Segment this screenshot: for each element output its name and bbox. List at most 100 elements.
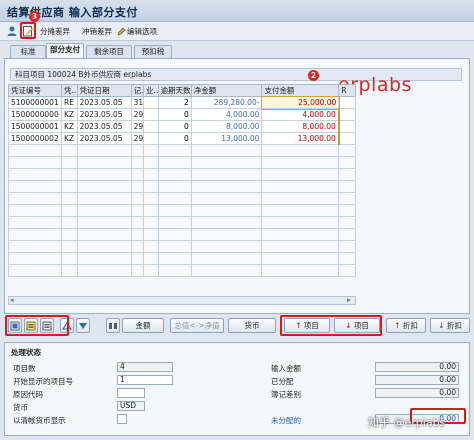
cell-net-amount: 4,000.00 <box>190 108 263 121</box>
window-title: 结算供应商 输入部分支付 <box>7 6 138 19</box>
table-row[interactable]: 1500000000 KZ 2023.05.05 29 0 4,000.00 4… <box>8 108 356 121</box>
payment-amount-input[interactable]: 13,000.00 <box>261 132 340 145</box>
first-item-label: 开始显示的项目号 <box>13 377 73 386</box>
tab-withholding-tax[interactable]: 预扣税 <box>134 45 172 58</box>
empty-row <box>8 192 356 205</box>
first-item-input[interactable]: 1 <box>117 375 173 385</box>
empty-row <box>8 252 356 265</box>
cell-business-area <box>143 108 159 121</box>
callout-badge-3: 3 <box>29 11 40 22</box>
cell-doc-number: 1500000002 <box>8 132 62 145</box>
cell-overdue-days: 0 <box>157 120 192 133</box>
table-row[interactable]: 1500000002 KZ 2023.05.05 29 0 13,000.00 … <box>8 132 356 145</box>
cell-overdue-days: 0 <box>157 132 192 145</box>
cell-business-area <box>143 120 159 133</box>
col-header[interactable]: 凭证编号 <box>8 84 62 97</box>
cell-net-amount: 13,000.00 <box>190 132 263 145</box>
action-button-row: 金额 总值<->净值 货币 ↑ 项目 ↓ 项目 ↑ 折扣 ↓ 折扣 <box>0 316 474 336</box>
cell-r[interactable] <box>338 120 356 133</box>
col-header[interactable]: 凭证日期 <box>76 84 132 97</box>
distribute-difference-button[interactable]: 分摊差异 <box>40 25 70 38</box>
col-header[interactable]: R <box>338 84 356 97</box>
posting-difference-value: 0.00 <box>375 388 459 398</box>
item-count-value: 4 <box>117 362 173 372</box>
callout-box-toolbar <box>20 22 36 39</box>
cell-posting-key: 29 <box>130 108 145 121</box>
col-header[interactable]: 凭... <box>60 84 78 97</box>
gross-net-button-label: 总值<->净值 <box>174 321 220 330</box>
empty-row <box>8 144 356 157</box>
payment-amount-input[interactable]: 8,000.00 <box>261 120 340 133</box>
cell-doc-type: KZ <box>60 120 78 133</box>
cell-net-amount: 8,000.00 <box>190 120 263 133</box>
cell-overdue-days: 2 <box>157 96 192 109</box>
empty-row <box>8 180 356 193</box>
arrow-down-icon: ↓ <box>438 321 447 330</box>
clearing-currency-label: 以清帐货币显示 <box>13 416 66 425</box>
amount-button-label: 金额 <box>135 321 151 330</box>
cell-doc-type: RE <box>60 96 78 109</box>
title-bar: 结算供应商 输入部分支付 <box>0 0 474 22</box>
amount-button[interactable]: 金额 <box>122 318 164 333</box>
col-header[interactable]: 业... <box>143 84 159 97</box>
credit-watermark: 知乎 @erplabs <box>368 416 446 429</box>
post-difference-button[interactable]: 冲销差异 <box>82 25 112 38</box>
cell-r[interactable] <box>338 96 356 109</box>
cell-doc-number: 5100000001 <box>8 96 62 109</box>
table-row[interactable]: 1500000001 KZ 2023.05.05 29 0 8,000.00 8… <box>8 120 356 133</box>
assigned-value: 0.00 <box>375 375 459 385</box>
posting-difference-label: 簿记差别 <box>271 390 301 399</box>
currency-button[interactable]: 货币 <box>228 318 276 333</box>
clearing-currency-checkbox[interactable] <box>117 414 127 424</box>
currency-button-label: 货币 <box>244 321 260 330</box>
empty-row <box>8 240 356 253</box>
col-header[interactable]: 逾期天数 <box>157 84 192 97</box>
tab-residual-items[interactable]: 剩余项目 <box>86 45 132 58</box>
cell-overdue-days: 0 <box>157 108 192 121</box>
person-icon[interactable] <box>6 25 18 37</box>
table-row[interactable]: 5100000001 RE 2023.05.05 31 2 289,280.00… <box>8 95 356 110</box>
arrow-up-icon: ↑ <box>394 321 403 330</box>
payment-amount-input[interactable]: 4,000.00 <box>261 108 340 121</box>
scroll-right-icon[interactable]: ▸ <box>347 297 351 304</box>
horizontal-scrollbar[interactable]: ◂ ▸ <box>8 296 356 305</box>
sort-icon[interactable] <box>106 318 120 333</box>
col-header[interactable]: 净金额 <box>190 84 263 97</box>
cell-doc-date: 2023.05.05 <box>76 96 132 109</box>
cell-posting-key: 29 <box>130 132 145 145</box>
find-next-icon[interactable] <box>76 318 90 333</box>
item-count-label: 项目数 <box>13 364 36 373</box>
reason-code-input[interactable] <box>117 388 145 398</box>
cell-doc-date: 2023.05.05 <box>76 132 132 145</box>
tab-partial-payment[interactable]: 部分支付 <box>46 43 84 58</box>
assigned-label: 已分配 <box>271 377 294 386</box>
cell-business-area <box>143 96 159 109</box>
discount-button-1[interactable]: ↑ 折扣 <box>386 318 426 333</box>
currency-label: 货币 <box>13 403 28 412</box>
empty-row <box>8 168 356 181</box>
cell-r[interactable] <box>338 132 356 145</box>
cell-doc-number: 1500000001 <box>8 120 62 133</box>
discount-button-2[interactable]: ↓ 折扣 <box>430 318 470 333</box>
cell-doc-date: 2023.05.05 <box>76 108 132 121</box>
cell-doc-type: KZ <box>60 108 78 121</box>
col-header[interactable]: 记... <box>130 84 145 97</box>
discount-button-2-label: 折扣 <box>446 321 462 330</box>
pencil-icon <box>117 27 126 36</box>
empty-row <box>8 204 356 217</box>
cell-posting-key: 31 <box>130 96 145 109</box>
empty-row <box>8 216 356 229</box>
scroll-left-icon[interactable]: ◂ <box>10 297 14 304</box>
entered-amount-value: 0.00 <box>375 362 459 372</box>
callout-box-sort-buttons <box>280 315 382 336</box>
open-items-table: 凭证编号 凭... 凭证日期 记... 业... 逾期天数 净金额 支付金额 R… <box>8 84 356 277</box>
payment-amount-input[interactable]: 25,000.00 <box>260 95 340 110</box>
gross-net-button[interactable]: 总值<->净值 <box>170 318 224 333</box>
discount-button-1-label: 折扣 <box>402 321 418 330</box>
cell-doc-type: KZ <box>60 132 78 145</box>
edit-options-button[interactable]: 编辑选项 <box>127 25 157 38</box>
cell-r[interactable] <box>338 108 356 121</box>
tab-standard[interactable]: 标准 <box>10 45 46 58</box>
table-header-row: 凭证编号 凭... 凭证日期 记... 业... 逾期天数 净金额 支付金额 R <box>8 84 356 97</box>
col-header[interactable]: 支付金额 <box>261 84 340 97</box>
